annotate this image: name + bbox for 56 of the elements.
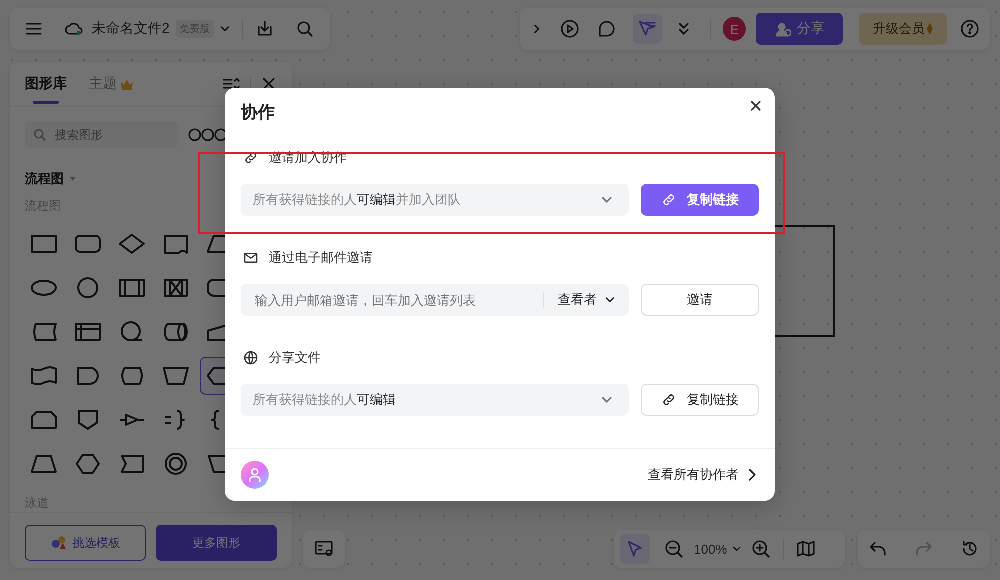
file-name[interactable]: 未命名文件2 [92, 20, 170, 38]
template-button[interactable]: 挑选模板 [25, 525, 146, 561]
link-icon [661, 392, 677, 408]
globe-icon [243, 350, 259, 366]
diamond-shape-icon[interactable] [116, 232, 148, 256]
search-input[interactable]: 搜索图形 [53, 126, 167, 142]
copy-link-button[interactable]: 复制链接 [641, 184, 759, 216]
search-icon [33, 128, 47, 142]
shape-style-icon[interactable] [188, 128, 228, 142]
play-icon[interactable] [560, 19, 580, 39]
close-icon[interactable] [749, 99, 763, 113]
predefined-process-shape-icon[interactable] [116, 276, 148, 300]
more-shapes-button[interactable]: 更多图形 [156, 525, 277, 561]
mail-icon [243, 250, 259, 266]
share-button[interactable]: 分享 [756, 13, 844, 45]
diamond-icon [926, 23, 933, 35]
section-title: 通过电子邮件邀请 [269, 249, 373, 267]
tape-shape-icon[interactable] [28, 364, 60, 388]
sidebar-tab[interactable]: 图形库 [25, 62, 67, 106]
internal-storage-shape-icon[interactable] [72, 320, 104, 344]
permission-dropdown[interactable]: 所有获得链接的人可编辑并加入团队 [241, 184, 629, 216]
help-icon[interactable] [960, 19, 980, 39]
person-add-icon [774, 21, 791, 37]
loop-limit-shape-icon[interactable] [28, 408, 60, 432]
pointer-icon[interactable] [625, 539, 645, 559]
zoom-out-icon[interactable] [664, 539, 684, 559]
section-title: 分享文件 [269, 349, 321, 367]
trapezoid-shape-icon[interactable] [28, 452, 60, 476]
avatar-icon [241, 461, 269, 489]
rectangle-shape-icon[interactable] [28, 232, 60, 256]
email-input[interactable]: 输入用户邮箱邀请，回车加入邀请列表 [253, 292, 529, 308]
history-icon[interactable] [960, 539, 980, 559]
upgrade-button[interactable]: 升级会员 [859, 13, 947, 45]
copy-link-button[interactable]: 复制链接 [641, 384, 759, 416]
shapes-icon [50, 536, 66, 550]
zoom-in-icon[interactable] [751, 539, 772, 559]
invite-button[interactable]: 邀请 [641, 284, 759, 316]
search-icon[interactable] [294, 19, 315, 39]
user-avatar[interactable]: E [723, 17, 746, 41]
rounded-rectangle-shape-icon[interactable] [72, 232, 104, 256]
collapse-icon[interactable] [222, 76, 240, 92]
crown-icon [120, 78, 134, 90]
map-icon[interactable] [796, 539, 816, 559]
link-icon [661, 192, 677, 208]
manual-operation-shape-icon[interactable] [160, 364, 192, 388]
map-pin-icon[interactable] [314, 539, 334, 559]
view-collaborators-link[interactable]: 查看所有协作者 [648, 466, 759, 484]
email-invite-field[interactable]: 输入用户邮箱邀请，回车加入邀请列表 查看者 [241, 284, 629, 316]
dialog-title: 协作 [241, 102, 275, 124]
cursor-icon[interactable] [637, 19, 658, 39]
comment-icon[interactable] [596, 19, 617, 39]
search-field[interactable]: 搜索图形 [25, 121, 178, 148]
zoom-level[interactable]: 100% [694, 542, 728, 556]
permission-dropdown[interactable]: 所有获得链接的人可编辑 [241, 384, 629, 416]
role-dropdown[interactable]: 查看者 [558, 291, 617, 309]
category-title[interactable]: 流程图 [25, 170, 64, 188]
